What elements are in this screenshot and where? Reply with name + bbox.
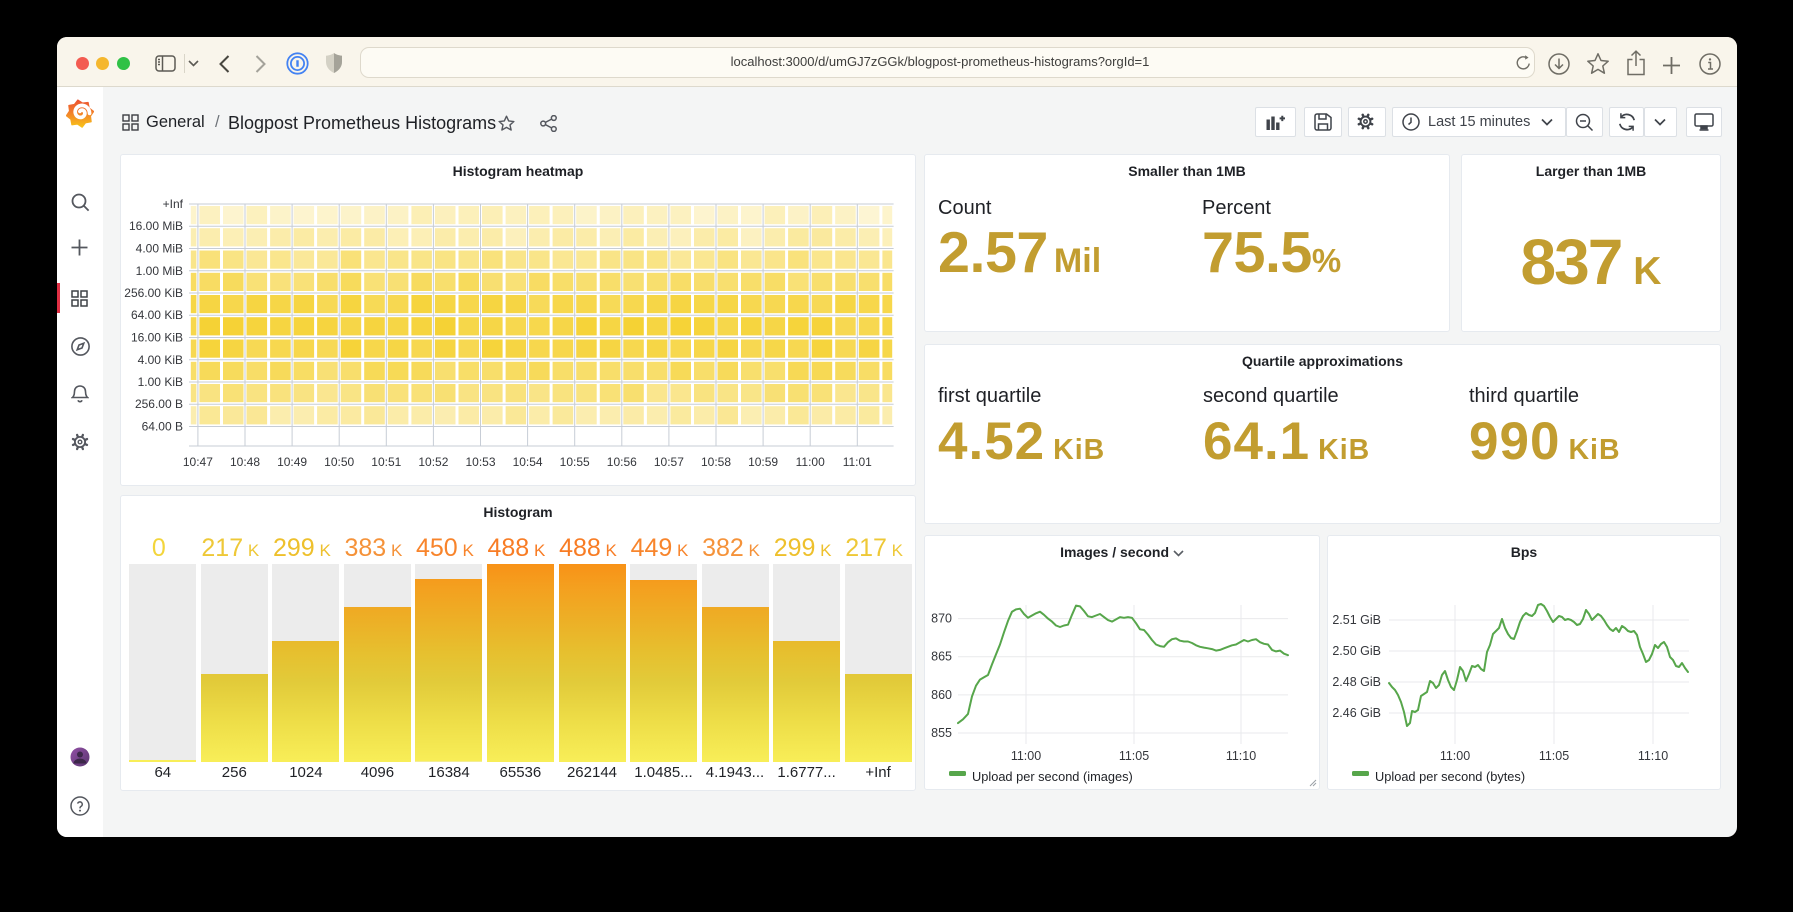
svg-text:11:05: 11:05 (1539, 749, 1569, 763)
svg-text:865: 865 (931, 650, 952, 664)
svg-text:2.46 GiB: 2.46 GiB (1332, 706, 1381, 720)
svg-text:+Inf: +Inf (163, 197, 184, 211)
svg-text:10:51: 10:51 (371, 455, 401, 469)
svg-text:16.00 KiB: 16.00 KiB (131, 331, 183, 345)
svg-text:10:50: 10:50 (324, 455, 354, 469)
svg-text:11:01: 11:01 (843, 455, 872, 469)
svg-text:Upload per second (images): Upload per second (images) (972, 769, 1133, 784)
svg-text:10:59: 10:59 (748, 455, 778, 469)
svg-text:10:54: 10:54 (513, 455, 543, 469)
svg-text:2.51 GiB: 2.51 GiB (1332, 613, 1381, 627)
svg-text:4.00 MiB: 4.00 MiB (136, 242, 183, 256)
svg-text:1.00 MiB: 1.00 MiB (136, 264, 183, 278)
svg-text:11:00: 11:00 (796, 455, 825, 469)
svg-text:11:10: 11:10 (1226, 749, 1256, 763)
svg-text:2.48 GiB: 2.48 GiB (1332, 675, 1381, 689)
svg-text:10:47: 10:47 (183, 455, 213, 469)
svg-text:64.00 B: 64.00 B (142, 420, 183, 434)
svg-text:10:55: 10:55 (560, 455, 590, 469)
svg-text:11:00: 11:00 (1440, 749, 1470, 763)
svg-text:2.50 GiB: 2.50 GiB (1332, 644, 1381, 658)
svg-text:4.00 KiB: 4.00 KiB (138, 353, 183, 367)
svg-text:10:57: 10:57 (654, 455, 684, 469)
svg-text:256.00 B: 256.00 B (135, 397, 183, 411)
svg-text:11:00: 11:00 (1011, 749, 1041, 763)
svg-text:64.00 KiB: 64.00 KiB (131, 308, 183, 322)
svg-text:10:53: 10:53 (465, 455, 495, 469)
svg-text:1.00 KiB: 1.00 KiB (138, 375, 183, 389)
svg-text:870: 870 (931, 612, 952, 626)
svg-text:Upload per second (bytes): Upload per second (bytes) (1375, 769, 1525, 784)
svg-text:10:49: 10:49 (277, 455, 307, 469)
svg-text:10:52: 10:52 (418, 455, 448, 469)
svg-text:10:48: 10:48 (230, 455, 260, 469)
svg-text:10:58: 10:58 (701, 455, 731, 469)
svg-text:11:05: 11:05 (1119, 749, 1149, 763)
svg-text:855: 855 (931, 726, 952, 740)
svg-text:10:56: 10:56 (607, 455, 637, 469)
svg-text:256.00 KiB: 256.00 KiB (124, 286, 183, 300)
svg-text:860: 860 (931, 688, 952, 702)
svg-text:11:10: 11:10 (1638, 749, 1668, 763)
svg-text:16.00 MiB: 16.00 MiB (129, 219, 183, 233)
